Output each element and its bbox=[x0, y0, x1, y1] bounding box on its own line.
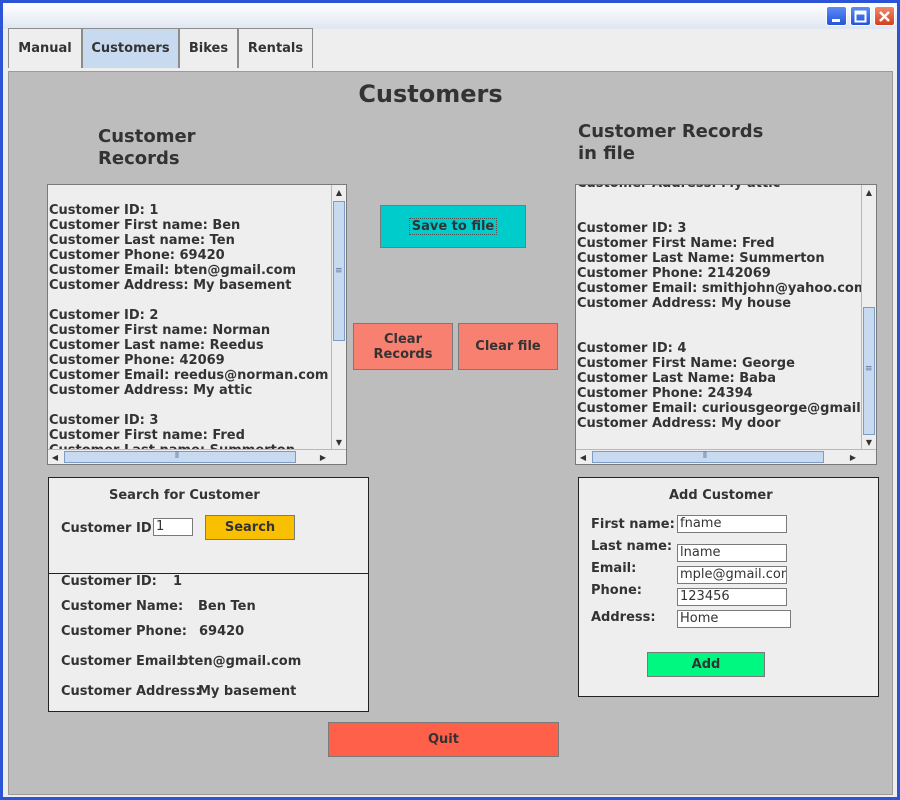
scroll-up-icon[interactable]: ▲ bbox=[862, 185, 876, 199]
clear-records-button[interactable]: Clear Records bbox=[353, 323, 453, 370]
grip-icon: ⦀ bbox=[175, 451, 179, 461]
file-records-hscroll[interactable]: ◀ ⦀ ▶ bbox=[576, 449, 876, 464]
add-button[interactable]: Add bbox=[647, 652, 765, 677]
grip-icon: ⦀ bbox=[703, 451, 707, 461]
scroll-right-icon[interactable]: ▶ bbox=[846, 450, 860, 464]
scroll-thumb-h[interactable]: ⦀ bbox=[64, 451, 296, 463]
add-customer-title: Add Customer bbox=[669, 488, 773, 503]
result-address-value: My basement bbox=[198, 684, 297, 699]
customers-panel: Customers Customer Records Customer Reco… bbox=[8, 71, 893, 795]
scroll-left-icon[interactable]: ◀ bbox=[48, 450, 62, 464]
add-customer-box: Add Customer First name: fname Last name… bbox=[578, 477, 879, 697]
close-button[interactable] bbox=[874, 6, 895, 26]
maximize-icon bbox=[854, 10, 867, 23]
scroll-thumb[interactable]: ≡ bbox=[333, 201, 345, 341]
email-field[interactable]: mple@gmail.com bbox=[677, 566, 787, 584]
scroll-down-icon[interactable]: ▼ bbox=[862, 435, 876, 449]
search-title: Search for Customer bbox=[109, 488, 260, 503]
result-email-value: bten@gmail.com bbox=[179, 654, 302, 669]
address-field[interactable]: Home bbox=[677, 610, 791, 628]
first-name-label: First name: bbox=[591, 517, 675, 532]
scroll-left-icon[interactable]: ◀ bbox=[576, 450, 590, 464]
quit-button[interactable]: Quit bbox=[328, 722, 559, 757]
file-records-heading: Customer Records in file bbox=[578, 121, 764, 164]
scroll-thumb-h[interactable]: ⦀ bbox=[592, 451, 824, 463]
customer-records-text: Customer ID: 1 Customer First name: Ben … bbox=[49, 203, 329, 458]
maximize-button[interactable] bbox=[850, 6, 871, 26]
save-to-file-button[interactable]: Save to file bbox=[380, 205, 526, 248]
result-phone-label: Customer Phone: bbox=[61, 624, 187, 639]
customer-records-heading: Customer Records bbox=[98, 126, 196, 169]
search-id-input[interactable]: 1 bbox=[153, 518, 193, 536]
tab-customers[interactable]: Customers bbox=[82, 28, 179, 68]
search-button[interactable]: Search bbox=[205, 515, 295, 540]
result-address-label: Customer Address: bbox=[61, 684, 201, 699]
result-name-value: Ben Ten bbox=[198, 599, 256, 614]
search-id-label: Customer ID: bbox=[61, 521, 157, 536]
minimize-icon bbox=[832, 19, 840, 22]
minimize-button[interactable] bbox=[826, 6, 847, 26]
app-window: Manual Customers Bikes Rentals Customers… bbox=[0, 0, 900, 800]
close-icon bbox=[879, 11, 890, 22]
scroll-right-icon[interactable]: ▶ bbox=[316, 450, 330, 464]
file-records-textarea[interactable]: Customer Address: My attic Customer ID: … bbox=[575, 184, 877, 465]
scroll-down-icon[interactable]: ▼ bbox=[332, 435, 346, 449]
scroll-up-icon[interactable]: ▲ bbox=[332, 185, 346, 199]
result-email-label: Customer Email: bbox=[61, 654, 182, 669]
result-id-value: 1 bbox=[173, 574, 183, 589]
file-records-text: Customer Address: My attic Customer ID: … bbox=[577, 185, 877, 431]
phone-label: Phone: bbox=[591, 583, 642, 598]
scroll-thumb[interactable]: ≡ bbox=[863, 307, 875, 435]
customer-records-hscroll[interactable]: ◀ ⦀ ▶ bbox=[48, 449, 346, 464]
address-label: Address: bbox=[591, 610, 656, 625]
grip-icon: ≡ bbox=[865, 364, 873, 374]
last-name-label: Last name: bbox=[591, 539, 673, 554]
last-name-field[interactable]: lname bbox=[677, 544, 787, 562]
result-phone-value: 69420 bbox=[199, 624, 245, 639]
file-records-vscroll[interactable]: ▲ ≡ ▼ bbox=[861, 185, 876, 449]
result-id-label: Customer ID: bbox=[61, 574, 157, 589]
result-name-label: Customer Name: bbox=[61, 599, 184, 614]
search-customer-box: Search for Customer Customer ID: 1 Searc… bbox=[48, 477, 369, 574]
tab-manual[interactable]: Manual bbox=[8, 28, 82, 68]
customer-records-vscroll[interactable]: ▲ ≡ ▼ bbox=[331, 185, 346, 449]
clear-file-button[interactable]: Clear file bbox=[458, 323, 558, 370]
panel-title: Customers bbox=[358, 80, 503, 108]
email-label: Email: bbox=[591, 561, 637, 576]
first-name-field[interactable]: fname bbox=[677, 515, 787, 533]
search-result-box: Customer ID: 1 Customer Name: Ben Ten Cu… bbox=[48, 573, 369, 712]
tab-rentals[interactable]: Rentals bbox=[238, 28, 313, 68]
save-to-file-label: Save to file bbox=[408, 218, 498, 235]
grip-icon: ≡ bbox=[335, 266, 343, 276]
phone-field[interactable]: 123456 bbox=[677, 588, 787, 606]
title-bar bbox=[3, 3, 897, 29]
tab-bikes[interactable]: Bikes bbox=[179, 28, 238, 68]
customer-records-textarea[interactable]: Customer ID: 1 Customer First name: Ben … bbox=[47, 184, 347, 465]
